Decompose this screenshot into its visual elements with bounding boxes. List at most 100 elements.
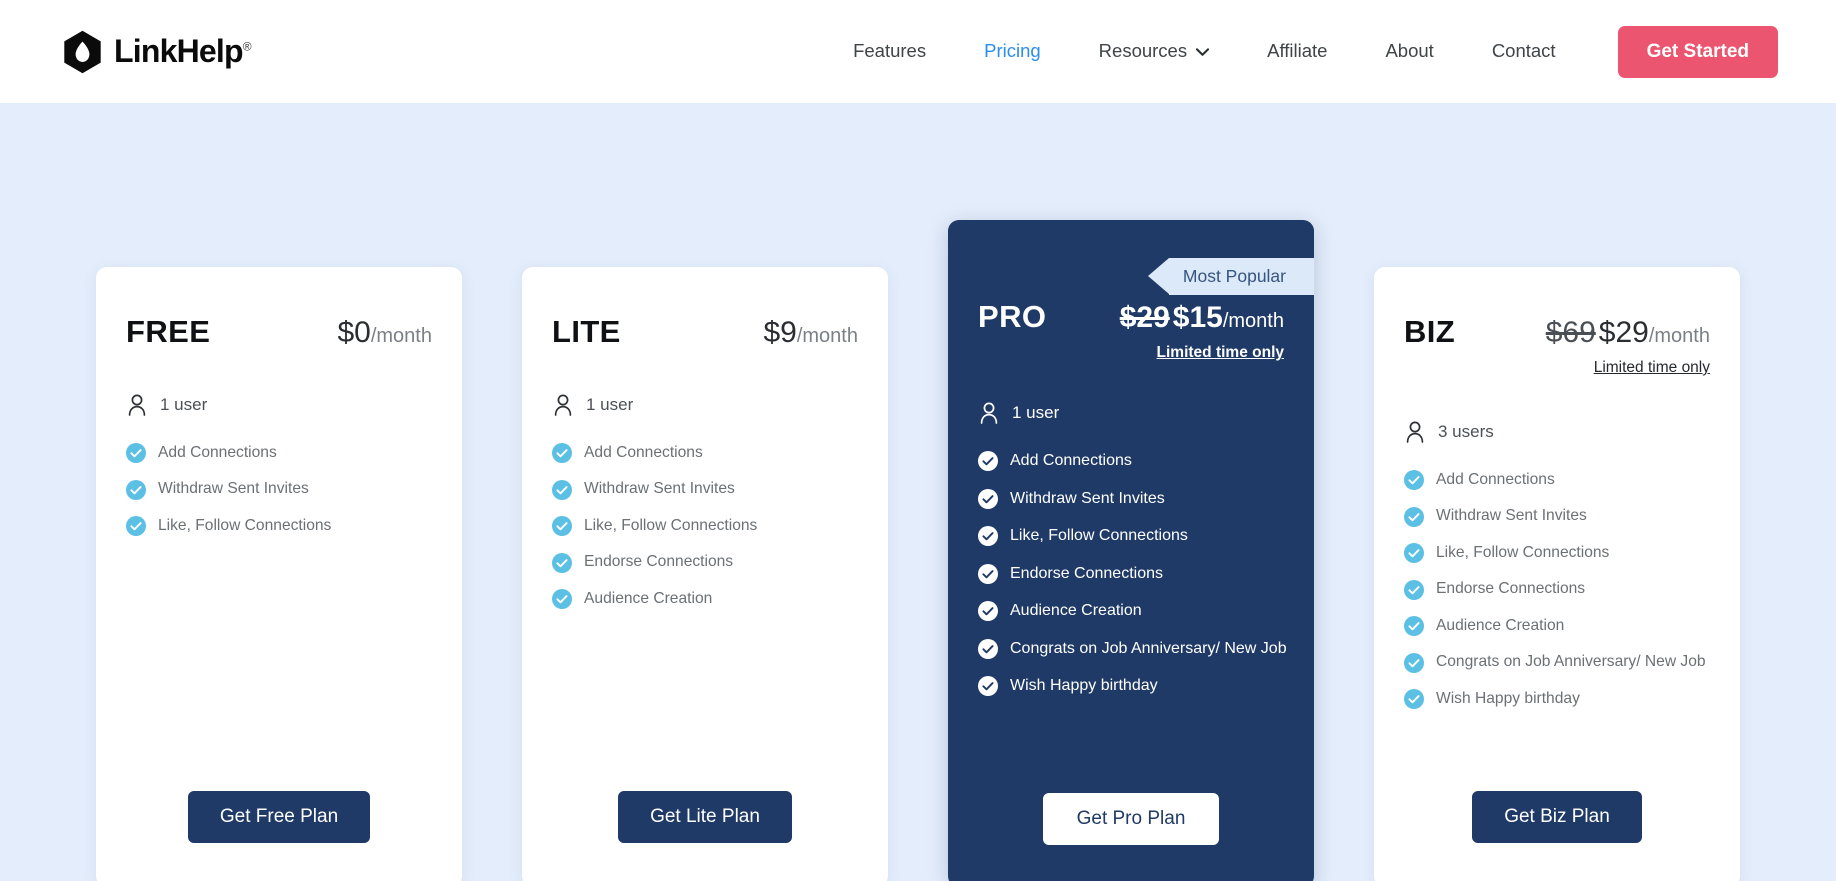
nav-label: Pricing bbox=[984, 40, 1041, 62]
seat-count: 1 user bbox=[586, 395, 634, 414]
feature-item: Audience Creation bbox=[1404, 616, 1712, 636]
seat-count: 1 user bbox=[160, 395, 208, 414]
feature-label: Like, Follow Connections bbox=[1010, 527, 1188, 545]
nav-item-pricing[interactable]: Pricing bbox=[955, 42, 1070, 61]
get-free-plan-button[interactable]: Get Free Plan bbox=[187, 791, 371, 843]
pricing-card-list: FREE $0/month 1 user Add Connections Wit… bbox=[0, 103, 1836, 881]
nav-label: Features bbox=[853, 40, 927, 62]
feature-list: Add Connections Withdraw Sent Invites Li… bbox=[1402, 470, 1712, 726]
plan-header: LITE $9/month bbox=[550, 314, 860, 350]
feature-list: Add Connections Withdraw Sent Invites Li… bbox=[124, 443, 434, 553]
most-popular-ribbon: Most Popular bbox=[1147, 258, 1314, 295]
get-pro-plan-button[interactable]: Get Pro Plan bbox=[1042, 793, 1220, 845]
feature-item: Add Connections bbox=[1404, 470, 1712, 490]
feature-label: Withdraw Sent Invites bbox=[1436, 507, 1587, 525]
nav-item-affiliate[interactable]: Affiliate bbox=[1238, 42, 1356, 61]
plan-price: $29 $15/month Limited time only bbox=[1120, 301, 1284, 362]
plan-seats: 1 user bbox=[124, 394, 434, 416]
feature-item: Audience Creation bbox=[978, 601, 1286, 621]
limited-time-link[interactable]: Limited time only bbox=[1546, 359, 1710, 377]
nav-item-about[interactable]: About bbox=[1356, 42, 1462, 61]
feature-label: Add Connections bbox=[158, 443, 277, 461]
check-circle-icon bbox=[1404, 689, 1424, 709]
user-icon bbox=[554, 394, 572, 416]
get-lite-plan-button[interactable]: Get Lite Plan bbox=[618, 791, 792, 843]
trademark-symbol: ® bbox=[242, 39, 252, 54]
get-started-button[interactable]: Get Started bbox=[1617, 25, 1778, 78]
feature-label: Endorse Connections bbox=[1436, 580, 1586, 598]
feature-label: Withdraw Sent Invites bbox=[584, 480, 735, 498]
feature-list: Add Connections Withdraw Sent Invites Li… bbox=[550, 443, 860, 626]
check-circle-icon bbox=[126, 516, 146, 536]
get-biz-plan-button[interactable]: Get Biz Plan bbox=[1472, 791, 1642, 843]
nav-label: Resources bbox=[1098, 40, 1188, 62]
main-navigation: Features Pricing Resources Affiliate Abo… bbox=[824, 25, 1778, 78]
check-circle-icon bbox=[1404, 543, 1424, 563]
feature-label: Wish Happy birthday bbox=[1010, 677, 1158, 695]
ribbon-label: Most Popular bbox=[1182, 266, 1286, 286]
feature-item: Congrats on Job Anniversary/ New Job bbox=[1404, 652, 1712, 673]
nav-item-resources[interactable]: Resources bbox=[1070, 42, 1238, 61]
feature-item: Withdraw Sent Invites bbox=[978, 488, 1286, 509]
plan-cta-area: Get Pro Plan bbox=[976, 793, 1286, 881]
nav-label: Affiliate bbox=[1267, 40, 1328, 62]
feature-item: Wish Happy birthday bbox=[1404, 689, 1712, 709]
plan-name: LITE bbox=[552, 314, 621, 349]
plan-name: BIZ bbox=[1404, 314, 1456, 349]
plan-cta-area: Get Lite Plan bbox=[550, 791, 860, 881]
plan-name: FREE bbox=[126, 314, 211, 349]
pricing-section: FREE $0/month 1 user Add Connections Wit… bbox=[0, 103, 1836, 881]
feature-item: Add Connections bbox=[126, 443, 434, 463]
feature-label: Congrats on Job Anniversary/ New Job bbox=[1010, 639, 1287, 657]
plan-header: BIZ $69 $29/month Limited time only bbox=[1402, 314, 1712, 377]
feature-label: Wish Happy birthday bbox=[1436, 689, 1580, 707]
feature-label: Withdraw Sent Invites bbox=[158, 480, 309, 498]
feature-item: Add Connections bbox=[978, 451, 1286, 471]
feature-label: Like, Follow Connections bbox=[584, 516, 758, 534]
price-period: /month bbox=[370, 325, 432, 347]
feature-item: Endorse Connections bbox=[552, 552, 860, 573]
feature-label: Endorse Connections bbox=[584, 553, 734, 571]
check-circle-icon bbox=[978, 676, 998, 696]
plan-header: FREE $0/month bbox=[124, 314, 434, 350]
nav-item-features[interactable]: Features bbox=[824, 42, 955, 61]
check-circle-icon bbox=[552, 443, 572, 463]
chevron-down-icon bbox=[1196, 47, 1210, 56]
limited-time-link[interactable]: Limited time only bbox=[1120, 344, 1284, 362]
feature-item: Withdraw Sent Invites bbox=[552, 479, 860, 500]
feature-item: Audience Creation bbox=[552, 589, 860, 609]
feature-item: Like, Follow Connections bbox=[978, 526, 1286, 546]
price-original: $29 bbox=[1119, 301, 1170, 334]
price-current: $0 bbox=[337, 316, 371, 349]
plan-price: $69 $29/month Limited time only bbox=[1546, 316, 1710, 377]
brand-name-text: LinkHelp bbox=[114, 33, 244, 69]
check-circle-icon bbox=[552, 589, 572, 609]
feature-label: Endorse Connections bbox=[1010, 564, 1163, 582]
brand-name: LinkHelp® bbox=[114, 33, 252, 70]
price-current: $29 bbox=[1598, 316, 1649, 349]
check-circle-icon bbox=[978, 451, 998, 471]
check-circle-icon bbox=[1404, 616, 1424, 636]
plan-seats: 3 users bbox=[1402, 421, 1712, 443]
feature-item: Add Connections bbox=[552, 443, 860, 463]
feature-item: Wish Happy birthday bbox=[978, 676, 1286, 696]
check-circle-icon bbox=[978, 526, 998, 546]
check-circle-icon bbox=[1404, 652, 1424, 673]
feature-label: Withdraw Sent Invites bbox=[1010, 489, 1165, 507]
site-header: LinkHelp® Features Pricing Resources Aff… bbox=[0, 0, 1836, 103]
feature-list: Add Connections Withdraw Sent Invites Li… bbox=[976, 451, 1287, 714]
feature-item: Congrats on Job Anniversary/ New Job bbox=[978, 638, 1287, 659]
check-circle-icon bbox=[978, 488, 998, 509]
check-circle-icon bbox=[1404, 470, 1424, 490]
feature-label: Add Connections bbox=[1010, 452, 1132, 470]
user-icon bbox=[1406, 421, 1424, 443]
check-circle-icon bbox=[552, 552, 572, 573]
brand-logo[interactable]: LinkHelp® bbox=[62, 30, 252, 74]
feature-item: Like, Follow Connections bbox=[1404, 543, 1712, 563]
pricing-card-lite: LITE $9/month 1 user Add Connections Wit… bbox=[522, 267, 888, 881]
feature-item: Like, Follow Connections bbox=[126, 516, 434, 536]
feature-item: Like, Follow Connections bbox=[552, 516, 860, 536]
seat-count: 1 user bbox=[1012, 403, 1060, 422]
nav-label: About bbox=[1385, 40, 1434, 62]
nav-item-contact[interactable]: Contact bbox=[1463, 42, 1585, 61]
